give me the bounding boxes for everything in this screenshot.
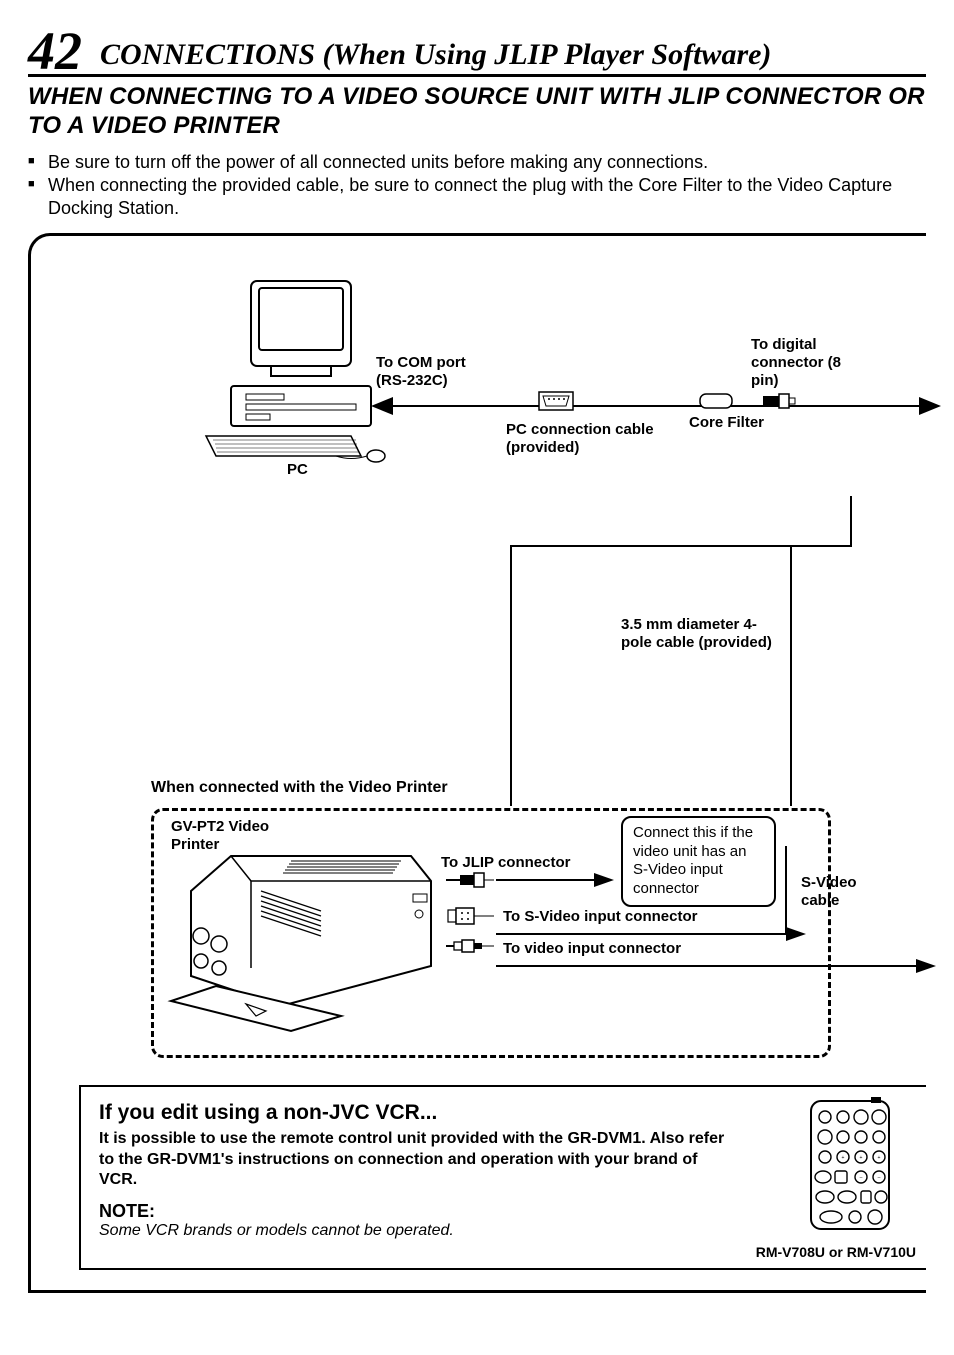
subheading: WHEN CONNECTING TO A VIDEO SOURCE UNIT W… (28, 83, 926, 141)
cable-35mm-label: 3.5 mm diameter 4-pole cable (provided) (621, 616, 781, 652)
note-title: If you edit using a non-JVC VCR... (99, 1101, 908, 1125)
to-com-port-label: To COM port (RS-232C) (376, 354, 496, 390)
plug-icon (761, 391, 797, 411)
core-filter-label: Core Filter (689, 414, 764, 432)
bullet-item: When connecting the provided cable, be s… (28, 174, 926, 221)
pc-illustration (201, 276, 401, 486)
to-svideo-input-label: To S-Video input connector (503, 908, 697, 926)
connection-diagram: To COM port (RS-232C) PC PC connection c… (28, 233, 926, 1293)
page-number: 42 (28, 24, 82, 78)
pc-label: PC (287, 461, 308, 479)
remote-caption: RM-V708U or RM-V710U (756, 1244, 916, 1260)
when-connected-printer-label: When connected with the Video Printer (151, 778, 448, 797)
svg-text:–: – (860, 1175, 863, 1181)
bullet-item: Be sure to turn off the power of all con… (28, 151, 926, 174)
db9-connector-icon (531, 386, 581, 416)
note-box: If you edit using a non-JVC VCR... It is… (79, 1085, 926, 1270)
note-label: NOTE: (99, 1201, 908, 1222)
svideo-cable-label: S-Video cable (801, 874, 881, 910)
svg-text:+: + (878, 1155, 881, 1161)
video-arrow (496, 958, 936, 974)
page-header: 42 CONNECTIONS (When Using JLIP Player S… (28, 24, 926, 77)
note-body: It is possible to use the remote control… (99, 1129, 739, 1191)
jlip-arrow (496, 872, 616, 888)
svideo-callout: Connect this if the video unit has an S-… (621, 816, 776, 907)
pc-cable-arrow (371, 391, 941, 421)
precaution-list: Be sure to turn off the power of all con… (28, 151, 926, 221)
rca-plug-icon (446, 938, 496, 954)
jlip-plug-icon (446, 872, 496, 888)
to-video-input-label: To video input connector (503, 940, 681, 958)
callout-pointer (776, 846, 796, 936)
core-filter-icon (696, 390, 736, 412)
video-printer-illustration (161, 836, 441, 1036)
note-italic-text: Some VCR brands or models cannot be oper… (99, 1222, 908, 1240)
to-jlip-label: To JLIP connector (441, 854, 570, 872)
pc-cable-label: PC connection cable (provided) (506, 421, 656, 457)
digital-connector-label: To digital connector (8 pin) (751, 336, 861, 390)
svg-text:+: + (860, 1155, 863, 1161)
svideo-plug-icon (446, 906, 496, 926)
svg-text:+: + (842, 1155, 845, 1161)
svideo-callout-text: Connect this if the video unit has an S-… (633, 824, 753, 897)
svg-text:–: – (878, 1175, 881, 1181)
route-lines (501, 496, 941, 816)
section-title: CONNECTIONS (When Using JLIP Player Soft… (100, 38, 771, 75)
remote-control-illustration: + + + – – (803, 1097, 898, 1237)
